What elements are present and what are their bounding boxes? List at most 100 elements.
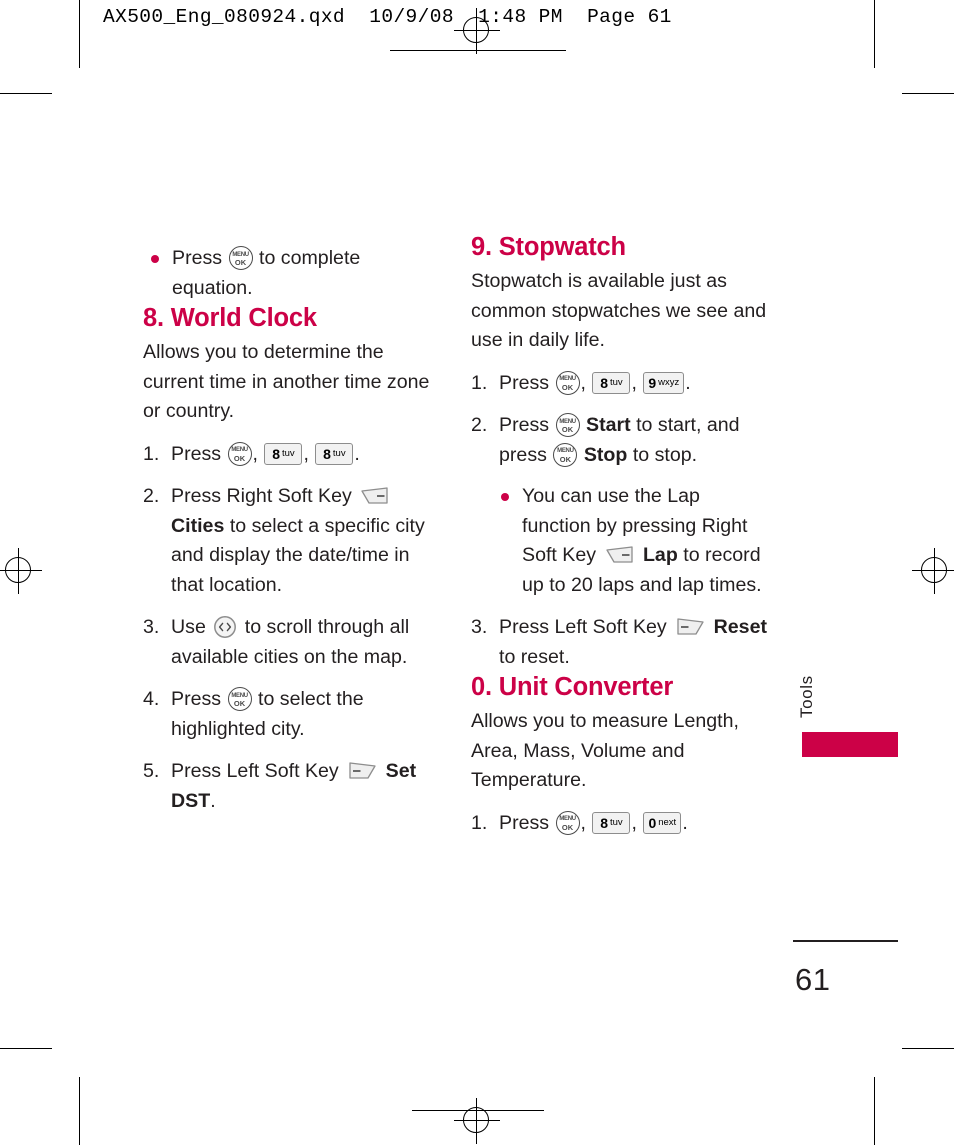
menu-ok-bottom-label: OK bbox=[233, 453, 246, 463]
world-clock-step-5: 5. Press Left Soft Key Set DST. bbox=[143, 757, 435, 816]
number-key-digit: 8 bbox=[600, 374, 608, 391]
step-number: 5. bbox=[143, 760, 160, 782]
step-number: 2. bbox=[143, 485, 160, 507]
menu-ok-bottom-label: OK bbox=[561, 382, 574, 392]
step-text-pre: Press Right Soft Key bbox=[171, 485, 352, 507]
page-number: 61 bbox=[795, 962, 831, 997]
number-key-9-icon: 9 wxyz bbox=[643, 371, 685, 394]
number-key-letters: tuv bbox=[609, 376, 623, 388]
crop-mark-bottom-left-horizontal bbox=[0, 1048, 52, 1049]
number-key-letters: tuv bbox=[609, 816, 623, 828]
menu-ok-top-label: MENU bbox=[559, 816, 576, 822]
step-number: 1. bbox=[471, 811, 488, 834]
step-number: 3. bbox=[471, 616, 488, 638]
stopwatch-step-1: 1. Press MENU OK , 8 tuv, 9 wxyz. bbox=[471, 369, 771, 399]
carryover-bullet-pre: Press bbox=[172, 247, 223, 269]
number-key-8-icon: 8 tuv bbox=[592, 371, 631, 394]
world-clock-intro: Allows you to determine the current time… bbox=[143, 341, 430, 422]
side-tab-accent-bar bbox=[802, 732, 898, 757]
step-bold-stop: Stop bbox=[583, 443, 628, 466]
side-tab-label-tools: Tools bbox=[797, 675, 816, 718]
step-number: 2. bbox=[471, 414, 488, 436]
registration-mark-bottom bbox=[454, 1098, 500, 1144]
crop-mark-bottom-right-vertical bbox=[874, 1077, 875, 1145]
step-period: . bbox=[210, 789, 216, 812]
step-text-post: to stop. bbox=[632, 443, 698, 466]
menu-ok-key-icon: MENU OK bbox=[555, 810, 580, 835]
number-key-0-icon: 0 next bbox=[643, 811, 682, 834]
world-clock-step-2: 2. Press Right Soft Key Cities to select… bbox=[143, 482, 435, 600]
number-key-8-icon: 8 tuv bbox=[315, 442, 354, 465]
step-number: 1. bbox=[143, 442, 160, 465]
world-clock-step-1: 1. Press MENU OK , 8 tuv, 8 tuv. bbox=[143, 440, 435, 470]
step-text-pre: Use bbox=[171, 616, 206, 638]
section-heading-world-clock: 8. World Clock bbox=[143, 304, 317, 332]
left-soft-key-icon bbox=[347, 761, 377, 781]
fold-rule-bottom bbox=[412, 1110, 544, 1111]
step-bold-start: Start bbox=[586, 414, 631, 436]
menu-ok-top-label: MENU bbox=[231, 692, 248, 699]
left-soft-key-icon bbox=[675, 617, 705, 637]
registration-mark-right bbox=[912, 548, 954, 594]
number-key-letters: tuv bbox=[332, 447, 346, 459]
section-heading-stopwatch: 9. Stopwatch bbox=[471, 233, 626, 261]
unit-converter-intro: Allows you to measure Length, Area, Mass… bbox=[471, 710, 739, 791]
crop-mark-top-right-vertical bbox=[874, 0, 875, 68]
stopwatch-intro: Stopwatch is available just as common st… bbox=[471, 270, 767, 351]
unit-converter-step-1: 1. Press MENU OK , 8 tuv, 0 next. bbox=[471, 809, 771, 839]
menu-ok-bottom-label: OK bbox=[561, 822, 574, 832]
number-key-letters: wxyz bbox=[658, 376, 680, 388]
step-number: 4. bbox=[143, 688, 160, 710]
stopwatch-lap-bullet: You can use the Lap function by pressing… bbox=[493, 482, 771, 600]
menu-ok-key-icon: MENU OK bbox=[553, 442, 578, 467]
menu-ok-top-label: MENU bbox=[559, 376, 576, 382]
step-text-pre: Press Left Soft Key bbox=[499, 616, 667, 638]
section-heading-unit-converter: 0. Unit Converter bbox=[471, 673, 674, 701]
step-text-pre: Press Left Soft Key bbox=[171, 760, 339, 782]
footer-rule bbox=[793, 940, 898, 942]
right-column: 9. Stopwatch Stopwatch is available just… bbox=[471, 232, 771, 838]
number-key-digit: 8 bbox=[600, 814, 608, 831]
step-text-press: Press bbox=[499, 371, 550, 394]
number-key-digit: 9 bbox=[648, 374, 657, 391]
menu-ok-bottom-label: OK bbox=[233, 699, 246, 708]
step-period: . bbox=[354, 442, 360, 465]
world-clock-step-4: 4. Press MENU OK to select the highlight… bbox=[143, 685, 435, 744]
step-text-press: Press bbox=[499, 811, 550, 834]
world-clock-step-3: 3. Use to scroll through all available c… bbox=[143, 613, 435, 672]
registration-mark-left bbox=[0, 548, 42, 594]
number-key-digit: 8 bbox=[272, 445, 280, 462]
stopwatch-step-3: 3. Press Left Soft Key Reset to reset. bbox=[471, 613, 771, 672]
number-key-8-icon: 8 tuv bbox=[264, 442, 303, 465]
menu-ok-bottom-label: OK bbox=[561, 425, 574, 434]
crop-mark-top-left-vertical bbox=[79, 0, 80, 68]
crop-mark-bottom-right-horizontal bbox=[902, 1048, 954, 1049]
step-comma-1: , bbox=[252, 442, 258, 465]
step-number: 1. bbox=[471, 371, 488, 394]
step-text-pre: Press bbox=[171, 688, 222, 710]
step-comma-2: , bbox=[303, 442, 309, 465]
menu-ok-top-label: MENU bbox=[559, 418, 576, 425]
menu-ok-bottom-label: OK bbox=[559, 454, 571, 464]
prepress-file-header: AX500_Eng_080924.qxd 10/9/08 1:48 PM Pag… bbox=[103, 6, 672, 28]
number-key-letters: next bbox=[658, 816, 677, 828]
lap-bullet-bold: Lap bbox=[642, 544, 678, 566]
menu-ok-top-label: MENU bbox=[231, 447, 248, 453]
menu-ok-key-icon: MENU OK bbox=[227, 687, 252, 711]
step-number: 3. bbox=[143, 616, 160, 638]
crop-mark-top-right-horizontal bbox=[902, 93, 954, 94]
menu-ok-key-icon: MENU OK bbox=[555, 370, 580, 395]
step-text-pre: Press bbox=[499, 414, 550, 436]
menu-ok-key-icon: MENU OK bbox=[227, 441, 252, 466]
step-bold-cities: Cities bbox=[171, 514, 225, 537]
number-key-8-icon: 8 tuv bbox=[592, 811, 631, 834]
right-soft-key-icon bbox=[360, 486, 390, 506]
crop-mark-bottom-left-vertical bbox=[79, 1077, 80, 1145]
step-text-post: to scroll through all available cities o… bbox=[171, 616, 410, 668]
right-soft-key-icon bbox=[605, 545, 635, 565]
step-bold-reset: Reset bbox=[713, 616, 767, 638]
menu-ok-key-icon: MENU OK bbox=[555, 413, 580, 437]
number-key-digit: 0 bbox=[648, 814, 657, 831]
crop-mark-top-left-horizontal bbox=[0, 93, 52, 94]
menu-ok-top-label: MENU bbox=[232, 251, 249, 258]
